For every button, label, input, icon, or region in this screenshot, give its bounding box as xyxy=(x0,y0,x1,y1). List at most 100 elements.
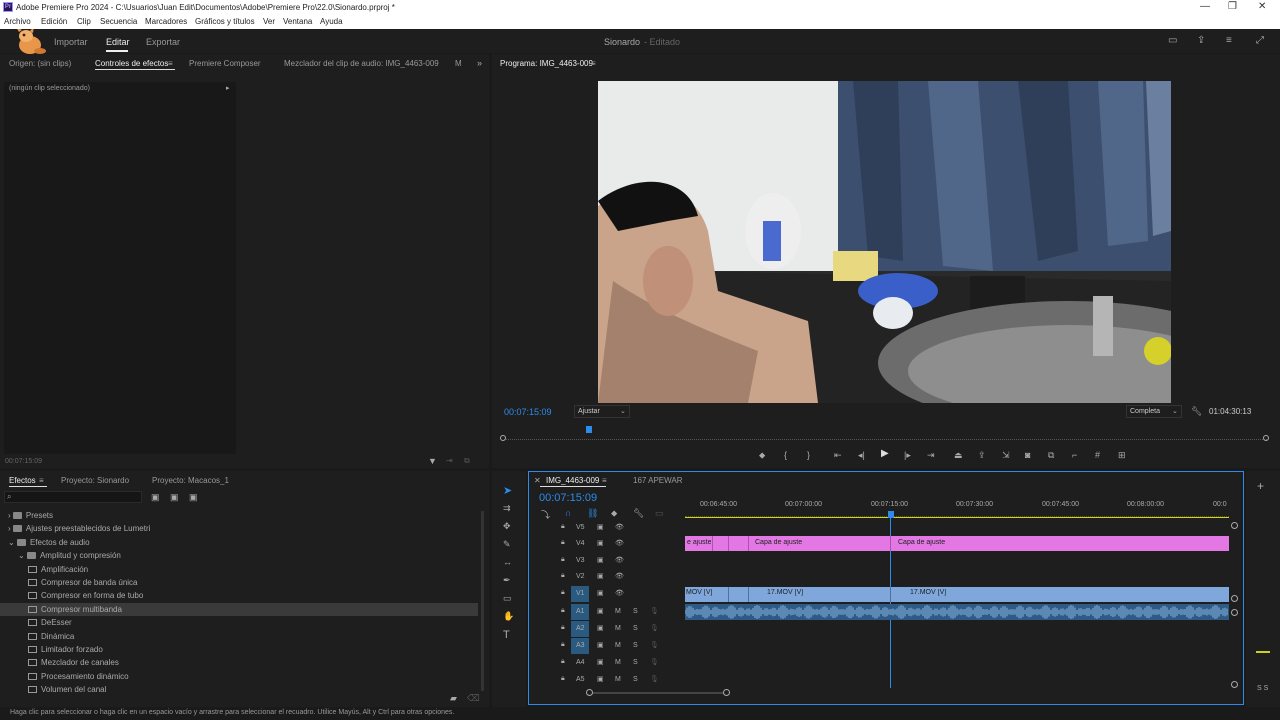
tab-editar[interactable]: Editar xyxy=(106,37,130,47)
v1-clip-label[interactable]: MOV [V] xyxy=(686,589,716,599)
sync-lock-icon[interactable]: ▣ xyxy=(597,539,604,547)
tab-sequence-img[interactable]: IMG_4463-009 xyxy=(546,476,599,485)
effect-item[interactable]: Compresor multibanda xyxy=(0,602,478,616)
track-label[interactable]: V1 xyxy=(576,590,585,597)
track-label[interactable]: A1 xyxy=(576,608,585,615)
accelerated-effects-icon[interactable]: ▣ xyxy=(151,492,160,502)
step-forward-icon[interactable]: |▸ xyxy=(904,450,911,460)
hand-icon[interactable]: ✋ xyxy=(503,611,514,622)
add-icon[interactable]: + xyxy=(1257,480,1264,492)
menu-marcadores[interactable]: Marcadores xyxy=(145,17,187,26)
filter-icon[interactable]: ▼ xyxy=(428,456,437,466)
add-marker-icon[interactable]: ⬥ xyxy=(759,450,765,460)
more-tabs-icon[interactable]: » xyxy=(477,58,482,68)
step-back-icon[interactable]: ◂| xyxy=(858,450,865,460)
clip-area[interactable]: e ajuste Capa de ajuste Capa de ajuste M… xyxy=(684,520,1230,690)
program-scrub-bar[interactable] xyxy=(504,432,1267,440)
menu-archivo[interactable]: Archivo xyxy=(4,17,31,26)
solo-button[interactable]: S xyxy=(633,676,638,683)
tab-efectos[interactable]: Efectos xyxy=(9,476,36,485)
export-icon[interactable]: ⇥ xyxy=(446,456,453,466)
solo-button[interactable]: S xyxy=(633,625,638,632)
lift-icon[interactable]: ⏏ xyxy=(954,450,963,460)
mute-button[interactable]: M xyxy=(615,625,621,632)
effect-item[interactable]: Compresor en forma de tubo xyxy=(0,589,478,602)
extract-icon[interactable]: ⇪ xyxy=(978,450,986,460)
program-tab[interactable]: Programa: IMG_4463-009 xyxy=(500,59,593,68)
microphone-icon[interactable]: 🎙︎ xyxy=(650,675,659,683)
linked-selection-icon[interactable]: ⛓ xyxy=(587,508,598,519)
eye-icon[interactable]: 👁︎ xyxy=(615,539,624,547)
lock-icon[interactable]: 🔒︎ xyxy=(561,607,565,615)
scroll-handle-icon[interactable] xyxy=(1231,522,1238,529)
scrub-start-handle[interactable] xyxy=(500,435,506,441)
eye-icon[interactable]: 👁︎ xyxy=(615,523,624,531)
overlay-icon[interactable]: ⧉ xyxy=(1048,450,1054,460)
effects-scrollbar[interactable] xyxy=(481,511,484,691)
solo-labels[interactable]: S S xyxy=(1257,685,1268,692)
effects-menu-icon[interactable]: ≡ xyxy=(39,476,44,486)
program-playhead[interactable] xyxy=(585,426,592,433)
program-menu-icon[interactable]: ≡ xyxy=(591,59,596,69)
eye-icon[interactable]: 👁︎ xyxy=(615,556,624,564)
sync-lock-icon[interactable]: ▣ xyxy=(597,658,604,666)
track-label[interactable]: A5 xyxy=(576,676,585,683)
expand-arrow-icon[interactable]: ▸ xyxy=(226,84,230,92)
menu-secuencia[interactable]: Secuencia xyxy=(100,17,137,26)
mark-out-icon[interactable]: } xyxy=(807,450,810,460)
play-icon[interactable]: ▶ xyxy=(881,449,889,459)
tab-m[interactable]: M xyxy=(455,59,462,68)
pen-icon[interactable]: ✒ xyxy=(503,575,511,586)
tab-premiere-composer[interactable]: Premiere Composer xyxy=(189,59,261,68)
type-tool-icon[interactable]: T xyxy=(503,629,510,641)
v1-clip-label[interactable]: 17.MOV [V] xyxy=(767,589,867,599)
program-timecode[interactable]: 00:07:15:09 xyxy=(504,407,552,417)
sync-lock-icon[interactable]: ▣ xyxy=(597,556,604,564)
track-select-icon[interactable]: ⇉ xyxy=(503,503,511,514)
fit-select[interactable]: Ajustar ⌄ xyxy=(574,405,630,418)
mark-in-icon[interactable]: { xyxy=(784,450,787,460)
chevron-down-icon[interactable]: ⌄ xyxy=(8,538,17,547)
time-ruler[interactable]: 00:06:45:00 00:07:00:00 00:07:15:00 00:0… xyxy=(685,498,1245,518)
go-to-in-icon[interactable]: ⇤ xyxy=(834,450,842,460)
effects-search-input[interactable]: ⌕ xyxy=(4,491,142,503)
mute-button[interactable]: M xyxy=(615,676,621,683)
new-bin-icon[interactable]: ▰ xyxy=(450,693,457,703)
v4-clip-label[interactable]: e ajuste xyxy=(687,539,711,549)
lock-icon[interactable]: 🔒︎ xyxy=(561,589,565,597)
lock-icon[interactable]: 🔒︎ xyxy=(561,624,565,632)
tab-exportar[interactable]: Exportar xyxy=(146,37,180,47)
comparison-icon[interactable]: ⊞ xyxy=(1118,450,1126,460)
sync-lock-icon[interactable]: ▣ xyxy=(597,607,604,615)
menu-edicion[interactable]: Edición xyxy=(41,17,67,26)
32bit-effects-icon[interactable]: ▣ xyxy=(170,492,179,502)
sync-lock-icon[interactable]: ▣ xyxy=(597,641,604,649)
lock-icon[interactable]: 🔒︎ xyxy=(561,675,565,683)
eye-icon[interactable]: 👁︎ xyxy=(615,589,624,597)
minimize-icon[interactable]: — xyxy=(1200,1,1210,12)
lock-icon[interactable]: 🔒︎ xyxy=(561,556,565,564)
timeline-zoom-scrollbar[interactable] xyxy=(589,692,729,694)
effect-item[interactable]: Limitador forzado xyxy=(0,643,478,656)
zoom-handle-left[interactable] xyxy=(586,689,593,696)
chevron-down-icon[interactable]: ⌄ xyxy=(18,551,27,560)
menu-ventana[interactable]: Ventana xyxy=(283,17,312,26)
tab-mezclador-clip[interactable]: Mezclador del clip de audio: IMG_4463-00… xyxy=(284,59,439,68)
effect-item[interactable]: Mezclador de canales xyxy=(0,656,478,669)
eye-icon[interactable]: 👁︎ xyxy=(615,572,624,580)
share-icon[interactable]: ⇪ xyxy=(1197,36,1205,46)
tab-origen[interactable]: Origen: (sin clips) xyxy=(9,59,71,68)
timeline-playhead-handle[interactable] xyxy=(888,511,894,518)
mute-button[interactable]: M xyxy=(615,642,621,649)
scroll-handle-icon[interactable] xyxy=(1231,681,1238,688)
trash-icon[interactable]: ⌫ xyxy=(467,693,480,703)
scrub-end-handle[interactable] xyxy=(1263,435,1269,441)
quality-select[interactable]: Completa ⌄ xyxy=(1126,405,1182,418)
add-marker-icon[interactable]: ⬥ xyxy=(611,508,617,519)
timeline-settings-icon[interactable]: 🔧︎ xyxy=(633,508,644,519)
go-to-out-icon[interactable]: ⇥ xyxy=(927,450,935,460)
effect-item[interactable]: Volumen del canal xyxy=(0,683,478,696)
selection-tool-icon[interactable]: ➤ xyxy=(503,484,512,497)
close-tab-icon[interactable]: ✕ xyxy=(534,476,541,486)
slip-icon[interactable]: ↔ xyxy=(503,557,512,567)
